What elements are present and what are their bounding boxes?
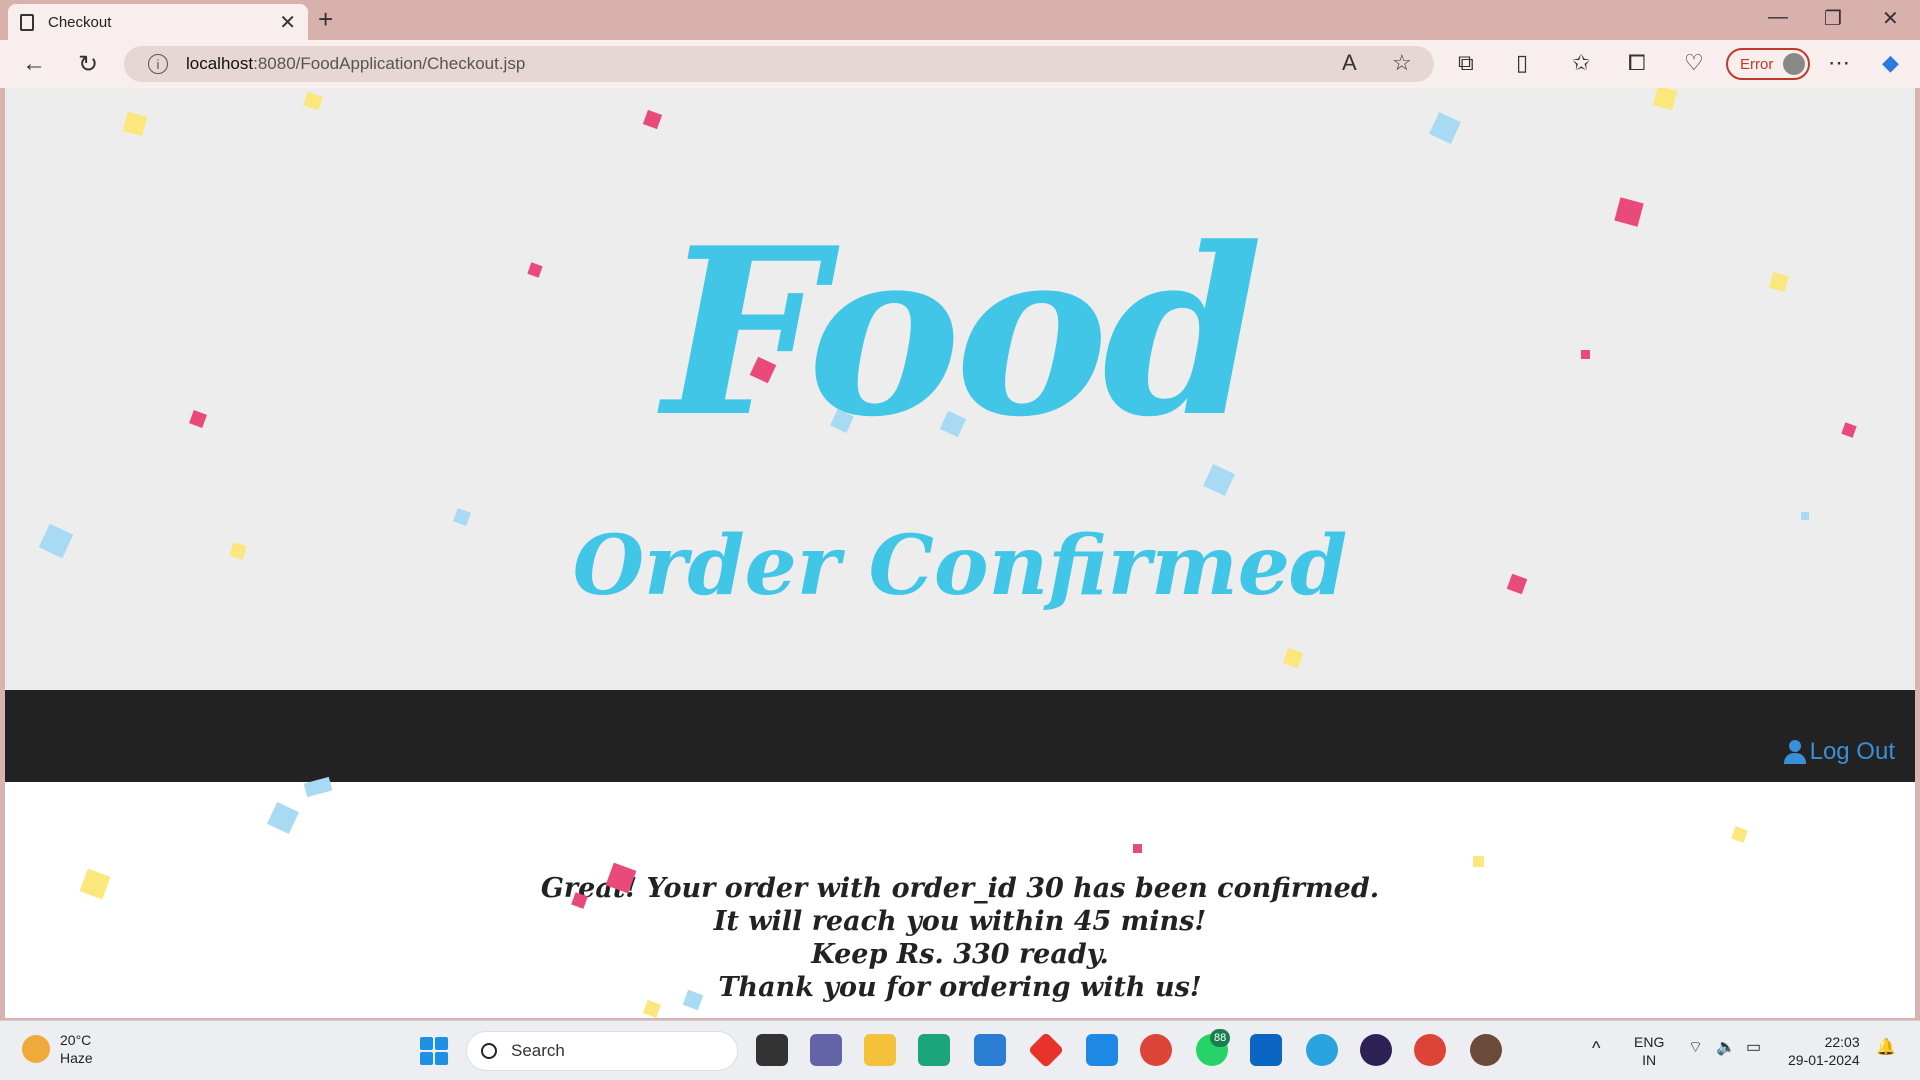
logout-label: Log Out	[1809, 738, 1895, 765]
tab-strip: Checkout ✕ + — ❐ ✕	[0, 0, 1920, 40]
search-placeholder: Search	[511, 1041, 565, 1060]
page-title: Order Confirmed	[572, 518, 1348, 614]
hero-section: Food Order Confirmed	[5, 88, 1915, 690]
performance-icon[interactable]: ♡	[1684, 50, 1704, 76]
confetti	[1581, 350, 1590, 359]
start-button[interactable]	[420, 1037, 448, 1065]
read-aloud-icon[interactable]: A	[1342, 50, 1357, 76]
chrome-profile-icon[interactable]	[1414, 1034, 1446, 1066]
minimize-icon[interactable]: —	[1768, 6, 1788, 29]
toolbar: ← ↻ i localhost :8080/FoodApplication/Ch…	[0, 40, 1920, 88]
search-icon	[481, 1043, 497, 1059]
taskbar: 20°C Haze Search 88 ^ ENG IN ⌔ 🔈 ▭ 22:03…	[0, 1020, 1920, 1080]
weather-desc: Haze	[60, 1050, 93, 1066]
back-icon[interactable]: ←	[22, 50, 46, 78]
volume-icon[interactable]: 🔈	[1716, 1039, 1736, 1057]
site-info-icon[interactable]: i	[148, 54, 168, 74]
logout-link[interactable]: Log Out	[1783, 738, 1895, 766]
restore-icon[interactable]: ❐	[1824, 6, 1842, 31]
collections-icon[interactable]: ⧠	[1628, 50, 1646, 76]
url-path: :8080/FoodApplication/Checkout.jsp	[253, 54, 526, 73]
chevron-up-icon[interactable]: ^	[1592, 1039, 1600, 1057]
wifi-icon[interactable]: ⌔	[1688, 1039, 1703, 1057]
linkedin-icon[interactable]	[1250, 1034, 1282, 1066]
lang-line: IN	[1642, 1052, 1657, 1068]
tab-title: Checkout	[48, 13, 112, 31]
message-line: It will reach you within 45 mins!	[713, 906, 1207, 937]
confetti	[1133, 844, 1142, 853]
close-window-icon[interactable]: ✕	[1882, 6, 1899, 31]
edge-icon[interactable]	[918, 1034, 950, 1066]
clock-date: 29-01-2024	[1788, 1052, 1860, 1068]
close-tab-icon[interactable]: ✕	[279, 10, 296, 35]
clock[interactable]: 22:03 29-01-2024	[1788, 1033, 1860, 1069]
message-line: Keep Rs. 330 ready.	[811, 939, 1109, 970]
app-icon[interactable]	[1086, 1034, 1118, 1066]
weather-icon	[22, 1035, 50, 1063]
confetti	[1801, 512, 1809, 520]
confetti	[1473, 856, 1484, 867]
navbar: Log Out	[5, 690, 1915, 782]
notification-badge: 88	[1210, 1029, 1231, 1047]
user-icon	[1783, 740, 1806, 764]
message-line: Thank you for ordering with us!	[718, 972, 1202, 1003]
tab-checkout[interactable]: Checkout ✕	[8, 4, 308, 40]
profile-button[interactable]: Error	[1726, 48, 1810, 80]
extensions-icon[interactable]: ⧉	[1458, 50, 1474, 76]
confirmation-message: Great! Your order with order_id 30 has b…	[5, 872, 1915, 1004]
url-host: localhost	[186, 54, 254, 73]
avatar	[1783, 53, 1806, 75]
web-page: Food Order Confirmed Log Out Great! Your…	[5, 88, 1915, 1018]
address-bar[interactable]: i localhost :8080/FoodApplication/Checko…	[124, 46, 1434, 82]
message-line: Great! Your order with order_id 30 has b…	[540, 873, 1380, 904]
lang-line: ENG	[1634, 1034, 1665, 1050]
copilot-icon[interactable]: ◆	[1882, 50, 1899, 76]
notifications-bell-icon[interactable]: 🔔	[1876, 1039, 1896, 1057]
weather-widget[interactable]: 20°C Haze	[22, 1031, 93, 1067]
teams-icon[interactable]	[810, 1034, 842, 1066]
eclipse-icon[interactable]	[1360, 1034, 1392, 1066]
clock-time: 22:03	[1824, 1034, 1860, 1050]
chrome-icon[interactable]	[1140, 1034, 1172, 1066]
refresh-icon[interactable]: ↻	[78, 50, 98, 79]
store-icon[interactable]	[974, 1034, 1006, 1066]
favorites-icon[interactable]: ✩	[1572, 50, 1590, 76]
profile-status: Error	[1740, 55, 1774, 73]
telegram-icon[interactable]	[1306, 1034, 1338, 1066]
favorite-star-icon[interactable]: ☆	[1392, 50, 1412, 76]
taskbar-search[interactable]: Search	[466, 1031, 738, 1071]
app-icon[interactable]	[1470, 1034, 1502, 1066]
split-screen-icon[interactable]: ▯	[1516, 50, 1528, 76]
language-indicator[interactable]: ENG IN	[1634, 1033, 1664, 1069]
new-tab-icon[interactable]: +	[318, 4, 333, 35]
battery-icon[interactable]: ▭	[1746, 1039, 1761, 1057]
task-view-icon[interactable]	[756, 1034, 788, 1066]
file-explorer-icon[interactable]	[864, 1034, 896, 1066]
app-icon[interactable]	[1027, 1031, 1065, 1069]
more-menu-icon[interactable]: ⋯	[1828, 50, 1850, 76]
page-icon	[20, 13, 34, 31]
weather-temp: 20°C	[60, 1032, 92, 1048]
